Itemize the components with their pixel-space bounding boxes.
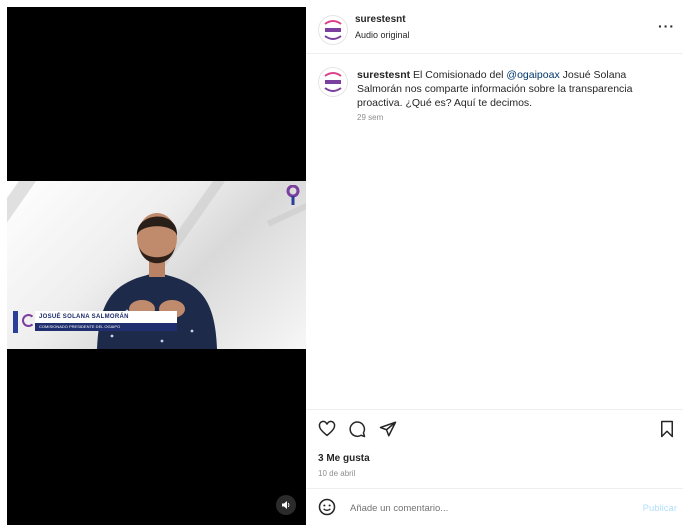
post-modal: JOSUÉ SOLANA SALMORÁN COMISIONADO PRESID…: [0, 0, 683, 532]
comment-button[interactable]: [348, 420, 368, 440]
like-count[interactable]: 3 Me gusta: [318, 453, 370, 464]
caption-avatar[interactable]: [318, 67, 348, 97]
heart-icon: [318, 420, 336, 437]
name-lower-third: JOSUÉ SOLANA SALMORÁN COMISIONADO PRESID…: [13, 311, 177, 335]
ogaipo-logo-icon: [286, 185, 300, 205]
divider: [306, 409, 683, 410]
like-button[interactable]: [318, 420, 338, 440]
comment-box: Publicar: [306, 489, 683, 525]
sureste-logo-icon: [324, 72, 342, 92]
speaker-name: JOSUÉ SOLANA SALMORÁN: [35, 311, 177, 323]
post-details-panel: surestesnt Audio original ··· surestesnt…: [306, 7, 683, 525]
share-icon: [379, 421, 397, 437]
mention-link[interactable]: @ogaipoax: [506, 69, 559, 81]
more-options-button[interactable]: ···: [658, 18, 675, 34]
volume-icon: [282, 501, 290, 509]
post-caption: surestesnt El Comisionado del @ogaipoax …: [357, 68, 657, 110]
post-header: surestesnt Audio original ···: [306, 7, 683, 54]
publish-button[interactable]: Publicar: [643, 503, 677, 514]
username[interactable]: surestesnt: [355, 14, 406, 25]
audio-label[interactable]: Audio original: [355, 30, 410, 40]
more-options-icon: ···: [658, 18, 675, 34]
caption-text: El Comisionado del: [410, 69, 507, 81]
post-date: 10 de abril: [318, 469, 356, 478]
speaker-title: COMISIONADO PRESIDENTE DEL OGAIPO: [35, 323, 177, 331]
share-button[interactable]: [379, 420, 399, 440]
sureste-logo-icon: [324, 20, 342, 40]
video-player[interactable]: JOSUÉ SOLANA SALMORÁN COMISIONADO PRESID…: [7, 7, 306, 525]
action-bar: [318, 420, 673, 440]
caption-timestamp[interactable]: 29 sem: [357, 113, 383, 122]
emoji-icon[interactable]: [318, 498, 336, 516]
caption-username[interactable]: surestesnt: [357, 69, 410, 81]
avatar[interactable]: [318, 15, 348, 45]
comment-icon: [349, 421, 366, 438]
comment-input[interactable]: [348, 497, 612, 519]
bookmark-icon: [661, 420, 673, 438]
volume-button[interactable]: [276, 495, 296, 515]
lower-third-accent: [13, 311, 18, 333]
save-button[interactable]: [658, 420, 678, 440]
lower-third-logo-icon: [22, 314, 35, 327]
video-frame: JOSUÉ SOLANA SALMORÁN COMISIONADO PRESID…: [7, 181, 306, 349]
